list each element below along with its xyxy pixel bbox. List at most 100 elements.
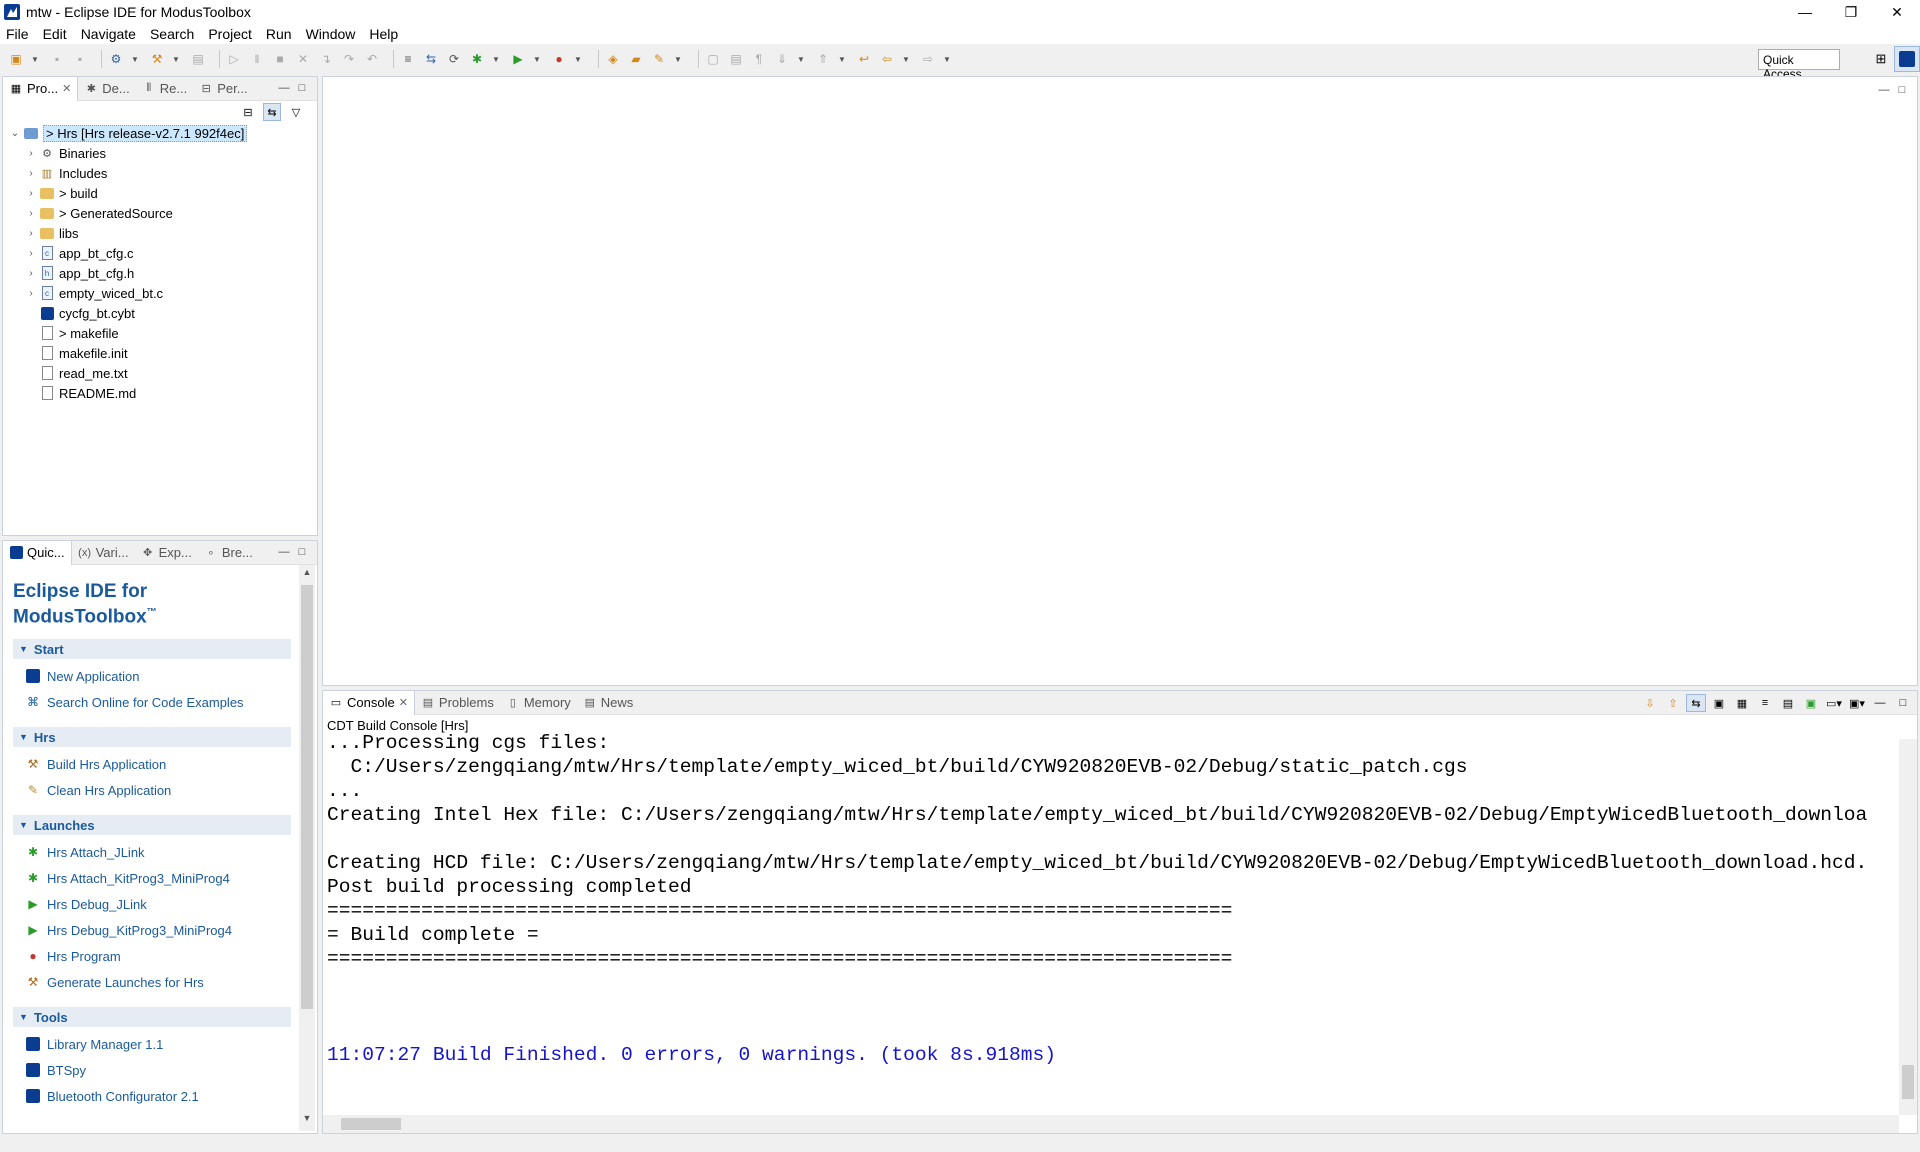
chevron-down-icon[interactable]: ▼ (19, 732, 28, 742)
chevron-right-icon[interactable]: › (25, 268, 37, 279)
menu-run[interactable]: Run (266, 26, 292, 42)
collapse-all-icon[interactable]: ⊟ (239, 103, 257, 121)
build-icon[interactable]: ⚒ (149, 51, 165, 67)
menu-help[interactable]: Help (369, 26, 398, 42)
chevron-right-icon[interactable]: › (25, 148, 37, 159)
next-annotation-icon[interactable]: ⇓ (774, 51, 790, 67)
close-icon[interactable]: ✕ (399, 696, 408, 709)
step-over-icon[interactable]: ↷ (341, 51, 357, 67)
scroll-up-icon[interactable]: ▲ (299, 567, 315, 583)
forward-dropdown-icon[interactable]: ▼ (943, 51, 951, 67)
chevron-right-icon[interactable]: › (25, 188, 37, 199)
quick-panel-link[interactable]: ✱ Hrs Attach_JLink (3, 839, 317, 865)
quick-panel-link[interactable]: ⚒ Generate Launches for Hrs (3, 969, 317, 995)
maximize-icon[interactable]: □ (293, 543, 311, 561)
chevron-down-icon[interactable]: ▼ (19, 1012, 28, 1022)
chevron-right-icon[interactable]: › (25, 248, 37, 259)
toggle-highlight-icon[interactable]: ⇆ (423, 51, 439, 67)
minimize-icon[interactable]: — (1870, 694, 1890, 712)
display-selected-console-icon[interactable]: ▣ (1801, 694, 1821, 712)
section-header-start[interactable]: ▼ Start (13, 639, 291, 660)
chevron-down-icon[interactable]: ▼ (19, 644, 28, 654)
save-all-icon[interactable]: ▪ (72, 51, 88, 67)
save-icon[interactable]: ▪ (49, 51, 65, 67)
resume-icon[interactable]: ▷ (226, 51, 242, 67)
build-config-icon[interactable]: ⚙ (108, 51, 124, 67)
show-whitespace-icon[interactable]: ¶ (751, 51, 767, 67)
build-dropdown-icon[interactable]: ▼ (172, 51, 180, 67)
console-vertical-scrollbar[interactable] (1899, 739, 1917, 1115)
step-into-icon[interactable]: ↴ (318, 51, 334, 67)
minimize-button[interactable]: — (1782, 0, 1828, 24)
menu-edit[interactable]: Edit (43, 26, 67, 42)
tab-expressions[interactable]: ✥ Exp... (135, 541, 198, 565)
section-header-hrs[interactable]: ▼ Hrs (13, 727, 291, 748)
menu-window[interactable]: Window (306, 26, 356, 42)
refresh-icon[interactable]: ⟳ (446, 51, 462, 67)
chevron-down-icon[interactable]: ▼ (19, 820, 28, 830)
chevron-right-icon[interactable]: › (25, 288, 37, 299)
open-folder-icon[interactable]: ▰ (628, 51, 644, 67)
maximize-icon[interactable]: □ (1893, 81, 1911, 99)
tree-item[interactable]: › c empty_wiced_bt.c (9, 283, 317, 303)
tab-news[interactable]: ▤ News (577, 691, 640, 715)
show-console-icon[interactable]: ▣ (1709, 694, 1729, 712)
quick-panel-link[interactable]: New Application (3, 663, 317, 689)
menu-project[interactable]: Project (208, 26, 252, 42)
maximize-icon[interactable]: □ (1893, 694, 1913, 712)
menu-search[interactable]: Search (150, 26, 194, 42)
tab-peripherals[interactable]: ⊟ Per... (193, 77, 253, 101)
open-type-icon[interactable]: ◈ (605, 51, 621, 67)
maximize-icon[interactable]: □ (293, 79, 311, 97)
tab-console[interactable]: ▭ Console ✕ (323, 690, 415, 715)
new-dropdown-icon[interactable]: ▼ (31, 51, 39, 67)
forward-icon[interactable]: ⇨ (920, 51, 936, 67)
back-dropdown-icon[interactable]: ▼ (902, 51, 910, 67)
tab-breakpoints[interactable]: ∘ Bre... (198, 541, 259, 565)
quick-panel-link[interactable]: ✎ Clean Hrs Application (3, 777, 317, 803)
external-tools-icon[interactable]: ● (551, 51, 567, 67)
chevron-down-icon[interactable]: ⌄ (9, 128, 21, 139)
minimize-icon[interactable]: — (1875, 81, 1893, 99)
tree-item[interactable]: › libs (9, 223, 317, 243)
tree-item[interactable]: read_me.txt (9, 363, 317, 383)
word-wrap-icon[interactable]: ▤ (728, 51, 744, 67)
scrollbar-thumb[interactable] (301, 585, 313, 1009)
quick-panel-scrollbar[interactable]: ▲ ▼ (299, 565, 315, 1131)
restore-button[interactable]: ❐ (1828, 0, 1874, 24)
disconnect-icon[interactable]: ✕ (295, 51, 311, 67)
print-icon[interactable]: ▤ (190, 51, 206, 67)
section-header-launches[interactable]: ▼ Launches (13, 815, 291, 836)
tree-item[interactable]: › ⚙ Binaries (9, 143, 317, 163)
external-tools-dropdown-icon[interactable]: ▼ (574, 51, 582, 67)
new-console-icon[interactable]: ▣▾ (1847, 694, 1867, 712)
scroll-lock-icon[interactable]: ⇆ (1686, 694, 1706, 712)
last-edit-icon[interactable]: ↩ (856, 51, 872, 67)
scroll-down-icon[interactable]: ▼ (299, 1113, 315, 1129)
quick-panel-link[interactable]: ▶ Hrs Debug_JLink (3, 891, 317, 917)
search-dropdown-icon[interactable]: ▼ (674, 51, 682, 67)
editor-area[interactable]: — □ (322, 76, 1918, 686)
build-config-dropdown-icon[interactable]: ▼ (131, 51, 139, 67)
tab-variables[interactable]: (x) Vari... (72, 541, 135, 565)
back-icon[interactable]: ⇦ (879, 51, 895, 67)
open-perspective-icon[interactable]: ⊞ (1868, 46, 1894, 72)
quick-panel-link[interactable]: ● Hrs Program (3, 943, 317, 969)
tree-item[interactable]: cycfg_bt.cybt (9, 303, 317, 323)
new-icon[interactable]: ▣ (8, 51, 24, 67)
quick-panel-link[interactable]: ▶ Hrs Debug_KitProg3_MiniProg4 (3, 917, 317, 943)
view-menu-icon[interactable]: ▽ (287, 103, 305, 121)
chevron-right-icon[interactable]: › (25, 208, 37, 219)
next-annotation-dropdown-icon[interactable]: ▼ (797, 51, 805, 67)
suspend-icon[interactable]: ‖ (249, 51, 265, 67)
step-return-icon[interactable]: ↶ (364, 51, 380, 67)
tab-project-explorer[interactable]: ▦ Pro... ✕ (3, 76, 79, 101)
run-dropdown-icon[interactable]: ▼ (533, 51, 541, 67)
console-output[interactable]: ...Processing cgs files: C:/Users/zengqi… (323, 731, 1899, 1115)
tab-registers[interactable]: ⦀ Re... (136, 77, 193, 101)
scrollbar-thumb[interactable] (341, 1118, 401, 1130)
close-icon[interactable]: ✕ (62, 82, 71, 95)
link-with-editor-icon[interactable]: ⇆ (263, 103, 281, 121)
section-header-tools[interactable]: ▼ Tools (13, 1007, 291, 1028)
tree-item[interactable]: › ▥ Includes (9, 163, 317, 183)
